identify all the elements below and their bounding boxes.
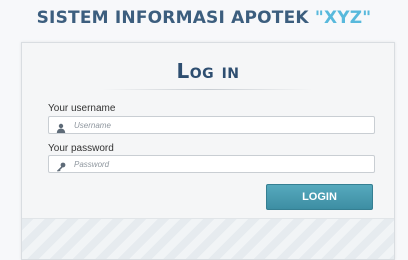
password-input[interactable] [74,156,364,172]
app-title-main: SISTEM INFORMASI APOTEK [36,8,315,28]
key-icon [56,159,66,172]
login-card: Log in Your username Your password LOGIN [21,42,395,260]
login-button[interactable]: LOGIN [266,184,373,210]
user-icon [56,120,66,133]
password-field[interactable] [48,155,375,173]
username-label: Your username [48,103,116,114]
username-input[interactable] [74,117,364,133]
login-heading: Log in [176,59,240,83]
heading-divider [102,89,312,90]
password-label: Your password [48,143,114,154]
app-title: SISTEM INFORMASI APOTEK "XYZ" [0,8,408,28]
username-field[interactable] [48,116,375,134]
app-title-accent: "XYZ" [314,8,372,28]
